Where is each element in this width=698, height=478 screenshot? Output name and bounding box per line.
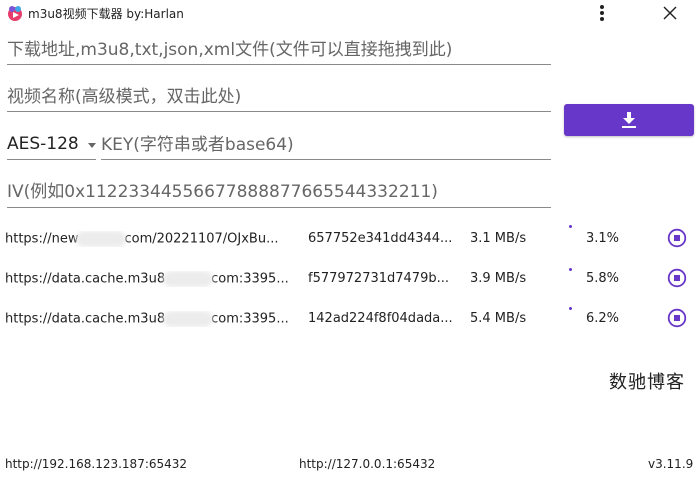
encryption-select[interactable]: AES-128 [7, 133, 96, 160]
stop-icon[interactable] [667, 308, 687, 328]
key-input[interactable] [101, 134, 551, 160]
task-progress-indicator [569, 268, 572, 271]
task-hash: 657752e341dd4344... [308, 231, 453, 246]
title-bar: m3u8视频下载器 by:Harlan [0, 0, 698, 26]
redaction-blur [163, 271, 214, 287]
iv-input[interactable] [7, 181, 551, 208]
task-url[interactable]: https://data.cache.m3u8 com:3395... [5, 311, 295, 327]
task-percent: 5.8% [586, 271, 620, 286]
local-address-link[interactable]: http://127.0.0.1:65432 [299, 457, 435, 471]
chevron-down-icon [88, 143, 96, 148]
task-percent: 3.1% [586, 231, 620, 246]
download-url-input[interactable] [7, 39, 551, 65]
task-url[interactable]: https://new com/20221107/OJxBu... [5, 231, 295, 247]
version-label: v3.11.9 [648, 457, 694, 471]
lan-address-link[interactable]: http://192.168.123.187:65432 [5, 457, 187, 471]
more-vertical-icon [600, 5, 604, 9]
redaction-blur [163, 311, 214, 327]
task-row: https://data.cache.m3u8 com:3395... f5779… [0, 264, 698, 294]
watermark-text: 数驰博客 [609, 372, 685, 393]
task-hash: f577972731d7479b... [308, 271, 450, 286]
close-button[interactable] [655, 0, 685, 26]
task-speed: 3.1 MB/s [470, 231, 527, 246]
download-button[interactable] [564, 104, 694, 136]
task-progress-indicator [569, 225, 572, 228]
task-url[interactable]: https://data.cache.m3u8 com:3395... [5, 271, 295, 287]
task-percent: 6.2% [586, 311, 620, 326]
window-title: m3u8视频下载器 by:Harlan [28, 7, 184, 21]
video-name-input[interactable] [7, 86, 551, 112]
encryption-select-value: AES-128 [7, 134, 79, 154]
app-icon [8, 6, 22, 21]
more-menu-button[interactable] [592, 2, 612, 24]
redaction-blur [76, 231, 127, 247]
task-speed: 3.9 MB/s [470, 271, 527, 286]
download-icon [622, 112, 636, 128]
stop-icon[interactable] [667, 268, 687, 288]
task-row: https://new com/20221107/OJxBu... 657752e… [0, 224, 698, 254]
task-row: https://data.cache.m3u8 com:3395... 142ad… [0, 304, 698, 334]
stop-icon[interactable] [667, 228, 687, 248]
task-progress-indicator [569, 307, 572, 310]
task-hash: 142ad224f8f04dada... [308, 311, 453, 326]
task-speed: 5.4 MB/s [470, 311, 527, 326]
close-icon [663, 6, 677, 20]
